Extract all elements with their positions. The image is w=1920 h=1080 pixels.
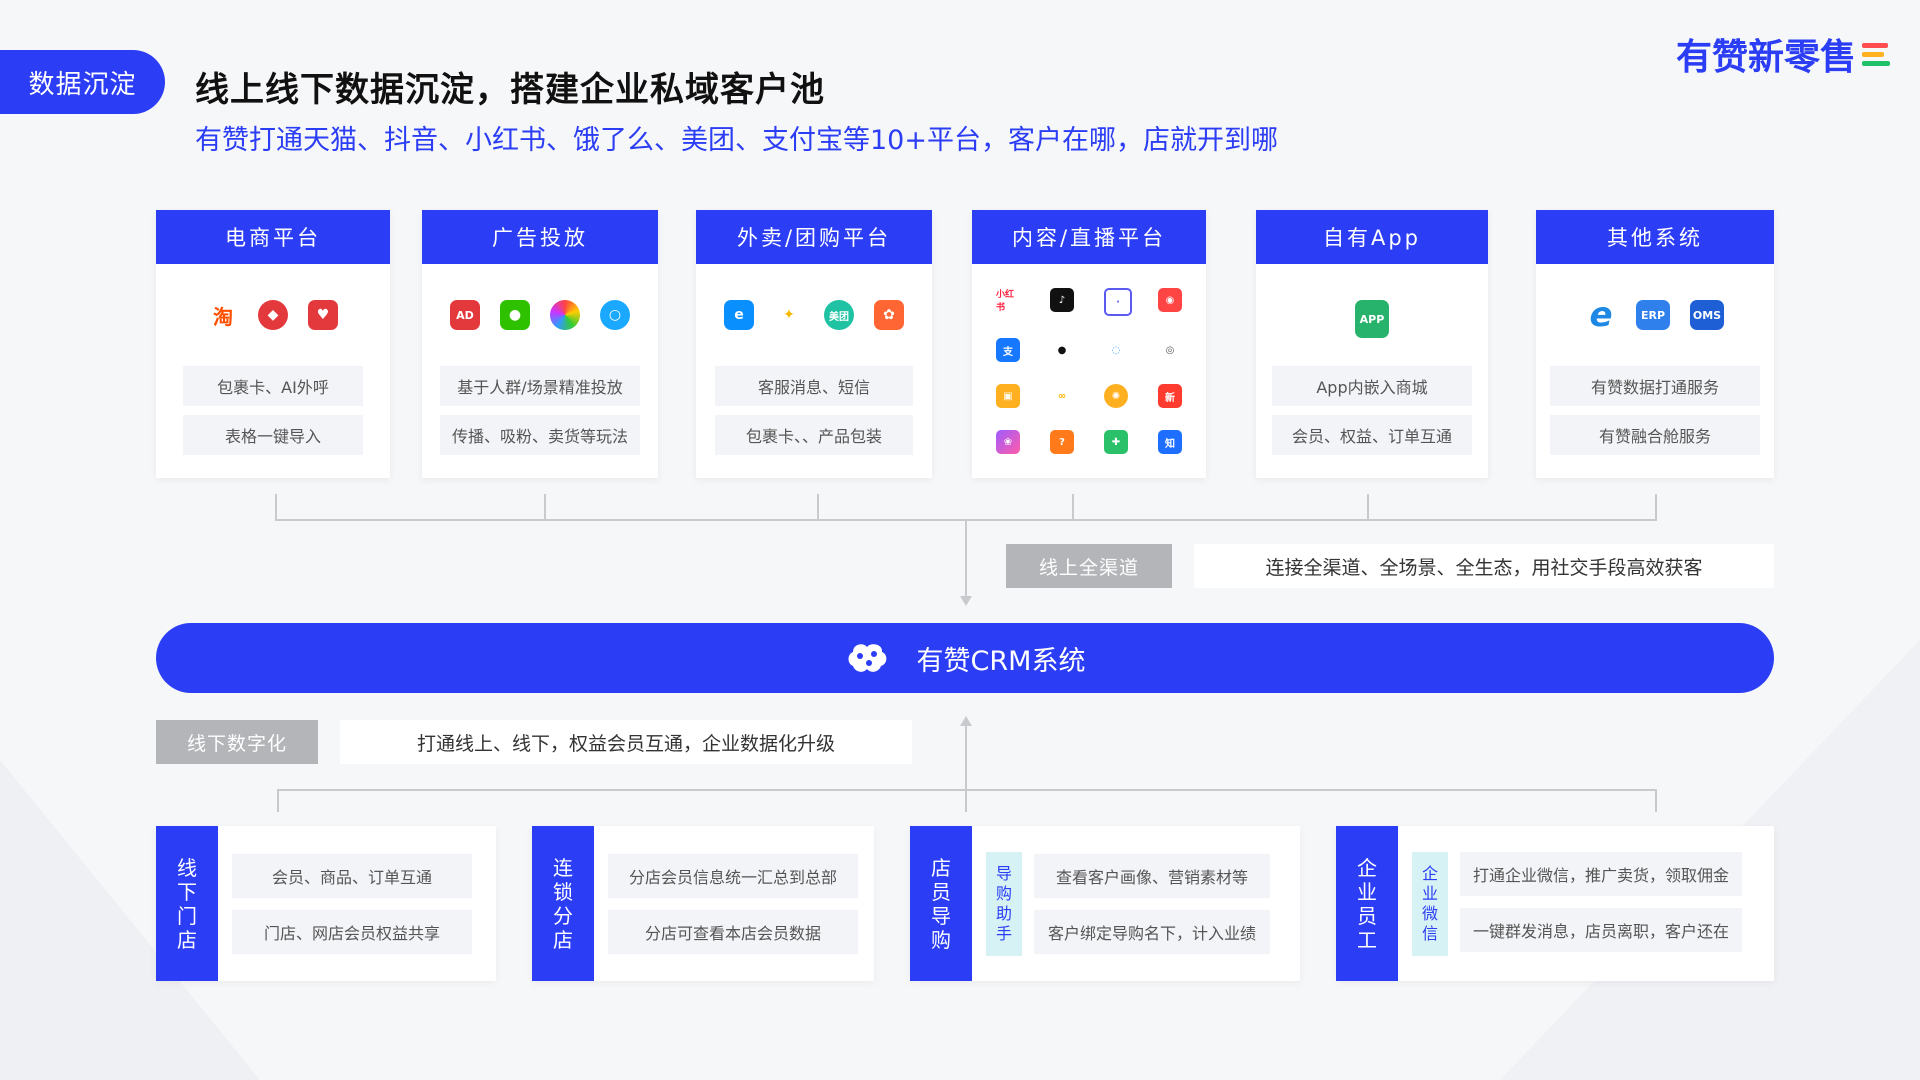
platform-title: 其他系统 — [1536, 210, 1774, 264]
platform-card-ads: 广告投放 AD ● ○ 基于人群/场景精准投放 传播、吸粉、卖货等玩法 — [422, 210, 658, 478]
platform-card-other: 其他系统 e ERP OMS 有赞数据打通服务 有赞融合舱服务 — [1536, 210, 1774, 478]
dianping-icon: ✿ — [874, 300, 904, 330]
platform-item: 基于人群/场景精准投放 — [440, 366, 640, 406]
card-item: 门店、网店会员权益共享 — [232, 910, 472, 954]
app-icon: APP — [1355, 300, 1389, 338]
brand-bars-icon — [1862, 42, 1890, 66]
platform-title: 内容/直播平台 — [972, 210, 1206, 264]
ad-icon: AD — [450, 300, 480, 330]
offline-store-card: 线下门店 会员、商品、订单互通 门店、网店会员权益共享 — [156, 826, 496, 981]
platform-item: 传播、吸粉、卖货等玩法 — [440, 415, 640, 455]
taobao-icon: 淘 — [208, 300, 238, 330]
platform-item: 包裹卡、AI外呼 — [183, 366, 363, 406]
platform-title: 广告投放 — [422, 210, 658, 264]
plus-icon: ✚ — [1104, 430, 1128, 454]
platform-item: 有赞融合舱服务 — [1550, 415, 1760, 455]
card-side-label: 线下门店 — [156, 826, 218, 981]
flower-icon: ❀ — [996, 430, 1020, 454]
card-item: 分店会员信息统一汇总到总部 — [608, 854, 858, 898]
section-tag: 数据沉淀 — [0, 50, 165, 114]
card-item: 分店可查看本店会员数据 — [608, 910, 858, 954]
brain-icon — [848, 644, 886, 672]
qq-icon: ● — [1050, 338, 1074, 362]
wechat-icon: ● — [500, 300, 530, 330]
platform-item: 有赞数据打通服务 — [1550, 366, 1760, 406]
zhihu-icon: 知 — [1158, 430, 1182, 454]
question-icon: ? — [1050, 430, 1074, 454]
enterprise-staff-card: 企业员工 企业微信 打通企业微信，推广卖货，领取佣金 一键群发消息，店员离职，客… — [1336, 826, 1774, 981]
platform-title: 自有App — [1256, 210, 1488, 264]
bilibili-icon: · — [1104, 288, 1132, 316]
platform-title: 电商平台 — [156, 210, 390, 264]
online-channel-label: 线上全渠道 — [1006, 544, 1172, 588]
platform-item: 会员、权益、订单互通 — [1272, 415, 1472, 455]
platform-item: App内嵌入商城 — [1272, 366, 1472, 406]
platform-card-app: 自有App APP App内嵌入商城 会员、权益、订单互通 — [1256, 210, 1488, 478]
ie-icon: e — [1586, 295, 1616, 335]
card-item: 会员、商品、订单互通 — [232, 854, 472, 898]
meituan-waimai-icon: ✦ — [774, 300, 804, 330]
qq-bubble-icon: ○ — [600, 300, 630, 330]
sunflower-icon: ✺ — [1104, 384, 1128, 408]
toutiao-icon: ◉ — [1158, 288, 1182, 312]
offline-digital-label: 线下数字化 — [156, 720, 318, 764]
card-item: 查看客户画像、营销素材等 — [1034, 854, 1270, 898]
offline-digital-desc: 打通线上、线下，权益会员互通，企业数据化升级 — [340, 720, 912, 764]
card-item: 一键群发消息，店员离职，客户还在 — [1460, 908, 1742, 952]
gift-icon: ♥ — [308, 300, 338, 330]
color-wheel-icon — [550, 300, 580, 330]
news-icon: 新 — [1158, 384, 1182, 408]
card-item: 客户绑定导购名下，计入业绩 — [1034, 910, 1270, 954]
page-subtitle: 有赞打通天猫、抖音、小红书、饿了么、美团、支付宝等10+平台，客户在哪，店就开到… — [195, 125, 1278, 156]
eleme-icon: e — [724, 300, 754, 330]
tmall-icon: ◆ — [258, 300, 288, 330]
platform-card-ecommerce: 电商平台 淘 ◆ ♥ 包裹卡、AI外呼 表格一键导入 — [156, 210, 390, 478]
douyin-icon: ♪ — [1050, 288, 1074, 312]
butterfly-icon: ∞ — [1050, 384, 1074, 408]
card-side-label: 连锁分店 — [532, 826, 594, 981]
platform-card-content: 内容/直播平台 小红书 ♪ · ◉ 支 ● ◌ ◎ ▣ ∞ ✺ 新 ❀ ? ✚ … — [972, 210, 1206, 478]
online-channel-desc: 连接全渠道、全场景、全生态，用社交手段高效获客 — [1194, 544, 1774, 588]
card-item: 打通企业微信，推广卖货，领取佣金 — [1460, 852, 1742, 896]
meituan-icon: 美团 — [824, 300, 854, 330]
card-sub-label: 企业微信 — [1412, 852, 1448, 956]
platform-item: 客服消息、短信 — [715, 366, 913, 406]
brand-name: 有赞新零售 — [1675, 37, 1856, 78]
oms-icon: OMS — [1690, 300, 1724, 330]
card-side-label: 企业员工 — [1336, 826, 1398, 981]
platform-card-delivery: 外卖/团购平台 e ✦ 美团 ✿ 客服消息、短信 包裹卡、、产品包装 — [696, 210, 932, 478]
xiaohongshu-icon: 小红书 — [996, 288, 1020, 313]
platform-item: 表格一键导入 — [183, 415, 363, 455]
page-title: 线上线下数据沉淀，搭建企业私域客户池 — [195, 70, 825, 110]
brand-logo: 有赞新零售 — [1676, 28, 1890, 80]
platform-title: 外卖/团购平台 — [696, 210, 932, 264]
owl-icon: ◎ — [1158, 338, 1182, 362]
erp-icon: ERP — [1636, 300, 1670, 330]
crm-system-bar: 有赞CRM系统 — [156, 623, 1774, 693]
weibo-chat-icon: ◌ — [1104, 338, 1128, 362]
live-icon: ▣ — [996, 384, 1020, 408]
platform-item: 包裹卡、、产品包装 — [715, 415, 913, 455]
shop-guide-card: 店员导购 导购助手 查看客户画像、营销素材等 客户绑定导购名下，计入业绩 — [910, 826, 1300, 981]
chain-store-card: 连锁分店 分店会员信息统一汇总到总部 分店可查看本店会员数据 — [532, 826, 874, 981]
card-sub-label: 导购助手 — [986, 852, 1022, 956]
alipay-icon: 支 — [996, 338, 1020, 362]
crm-label: 有赞CRM系统 — [916, 645, 1086, 677]
card-side-label: 店员导购 — [910, 826, 972, 981]
